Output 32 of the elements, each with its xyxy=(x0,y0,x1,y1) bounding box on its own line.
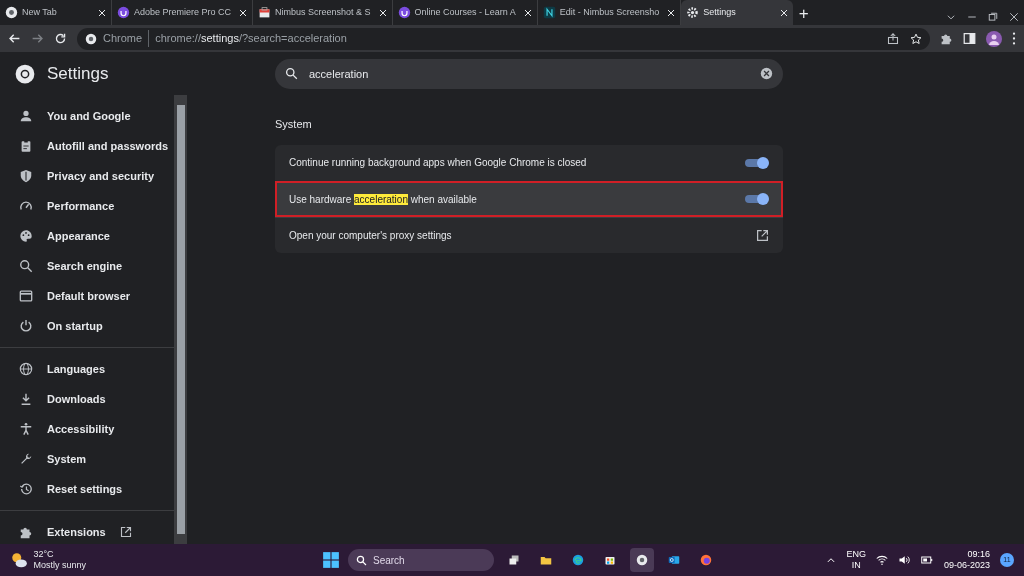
setting-label: Use hardware acceleration when available xyxy=(289,192,477,207)
setting-label: Continue running background apps when Google Chrome is closed xyxy=(289,156,587,170)
sidebar-item[interactable]: Default browser xyxy=(0,281,174,311)
url-text: chrome://settings/?search=acceleration xyxy=(155,31,347,47)
sidebar-item[interactable]: Downloads xyxy=(0,384,174,414)
sidebar-item[interactable]: Extensions xyxy=(0,517,174,547)
taskbar-search[interactable]: Search xyxy=(348,549,494,571)
sidebar-item[interactable]: System xyxy=(0,444,174,474)
sidebar-item[interactable]: Accessibility xyxy=(0,414,174,444)
site-label: Chrome xyxy=(103,30,150,47)
address-bar[interactable]: Chrome chrome://settings/?search=acceleration xyxy=(77,27,930,50)
new-tab-button[interactable]: + xyxy=(798,5,809,23)
sidebar-item[interactable]: Languages xyxy=(0,354,174,384)
section-title: System xyxy=(275,117,313,132)
language-label: ENG xyxy=(846,549,866,560)
clock-time: 09:16 xyxy=(967,549,990,560)
sidebar-item[interactable]: Performance xyxy=(0,191,174,221)
search-field[interactable]: acceleration xyxy=(275,58,783,89)
clock-date: 09-06-2023 xyxy=(943,560,990,571)
region-label: IN xyxy=(851,560,861,571)
sidebar-item[interactable]: On startup xyxy=(0,311,174,341)
browser-tab[interactable]: Settings xyxy=(681,0,794,25)
sidebar-item[interactable]: Privacy and security xyxy=(0,161,174,191)
sidebar-item[interactable]: Autofill and passwords xyxy=(0,131,174,161)
setting-label: Open your computer's proxy settings xyxy=(289,228,452,243)
sidebar-item[interactable]: Appearance xyxy=(0,221,174,251)
weather-condition: Mostly sunny xyxy=(33,560,87,571)
sidebar-item[interactable]: You and Google xyxy=(0,101,174,131)
sidebar-item[interactable]: Reset settings xyxy=(0,474,174,504)
page-title: Settings xyxy=(47,62,109,85)
temperature: 32°C xyxy=(33,549,55,560)
sidebar-item[interactable]: Search engine xyxy=(0,251,174,281)
